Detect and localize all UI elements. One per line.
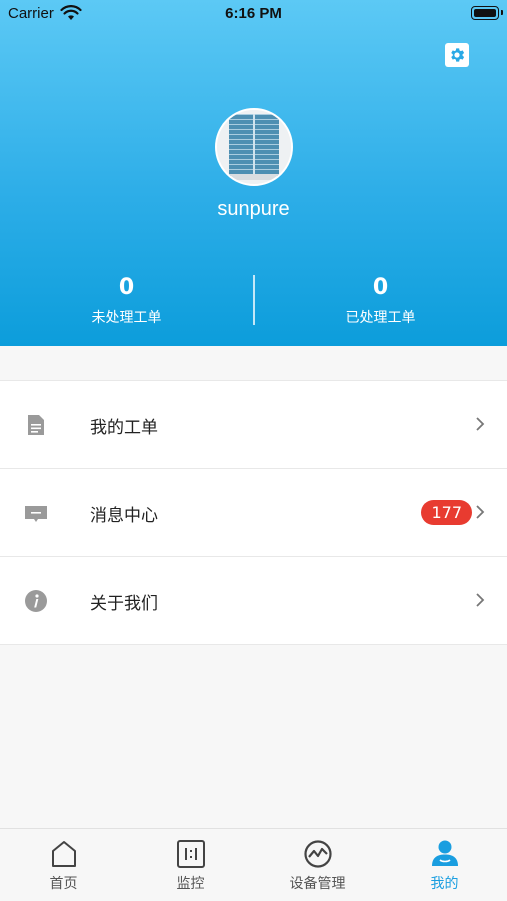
menu-item-label: 我的工单 <box>90 418 158 438</box>
avatar-image <box>217 110 291 184</box>
stat-unprocessed[interactable]: 0 未处理工单 <box>0 275 253 327</box>
tab-me[interactable]: 我的 <box>381 829 507 901</box>
stat-value: 0 <box>118 275 135 300</box>
tab-label: 我的 <box>430 876 459 892</box>
home-icon <box>51 841 76 867</box>
gear-icon <box>451 48 465 62</box>
stat-value: 0 <box>372 275 389 300</box>
username: sunpure <box>217 198 290 220</box>
status-bar: Carrier 6:16 PM <box>0 0 507 28</box>
profile-header: Carrier 6:16 PM sunpure 0 未处理工单 0 已处理工单 <box>0 0 507 346</box>
tab-label: 首页 <box>49 876 78 892</box>
menu-item-label: 消息中心 <box>90 506 158 526</box>
chevron-right-icon <box>476 593 485 607</box>
tab-label: 监控 <box>176 876 205 892</box>
avatar[interactable] <box>215 108 293 186</box>
message-icon <box>25 506 47 522</box>
stat-label: 未处理工单 <box>91 310 162 326</box>
clock: 6:16 PM <box>225 5 282 22</box>
settings-button[interactable] <box>445 43 469 67</box>
tab-bar: 首页 监控 设备管理 我的 <box>0 828 507 901</box>
tab-monitor[interactable]: 监控 <box>127 829 254 901</box>
unread-count-badge: 177 <box>421 500 472 525</box>
menu-item-message-center[interactable]: 消息中心 177 <box>0 469 507 557</box>
tab-label: 设备管理 <box>289 876 346 892</box>
tab-device-management[interactable]: 设备管理 <box>254 829 381 901</box>
menu-list: 我的工单 消息中心 177 关于我们 <box>0 380 507 645</box>
battery-icon <box>471 6 503 20</box>
stat-label: 已处理工单 <box>345 310 416 326</box>
menu-item-about-us[interactable]: 关于我们 <box>0 557 507 645</box>
menu-item-label: 关于我们 <box>90 594 158 614</box>
document-icon <box>28 415 44 435</box>
profile-icon <box>431 840 458 866</box>
monitor-icon <box>176 840 205 868</box>
menu-item-my-work-orders[interactable]: 我的工单 <box>0 381 507 469</box>
chevron-right-icon <box>476 505 485 519</box>
chevron-right-icon <box>476 417 485 431</box>
info-icon <box>25 590 47 612</box>
device-management-icon <box>303 840 332 868</box>
tab-home[interactable]: 首页 <box>0 829 127 901</box>
stat-processed[interactable]: 0 已处理工单 <box>254 275 507 327</box>
